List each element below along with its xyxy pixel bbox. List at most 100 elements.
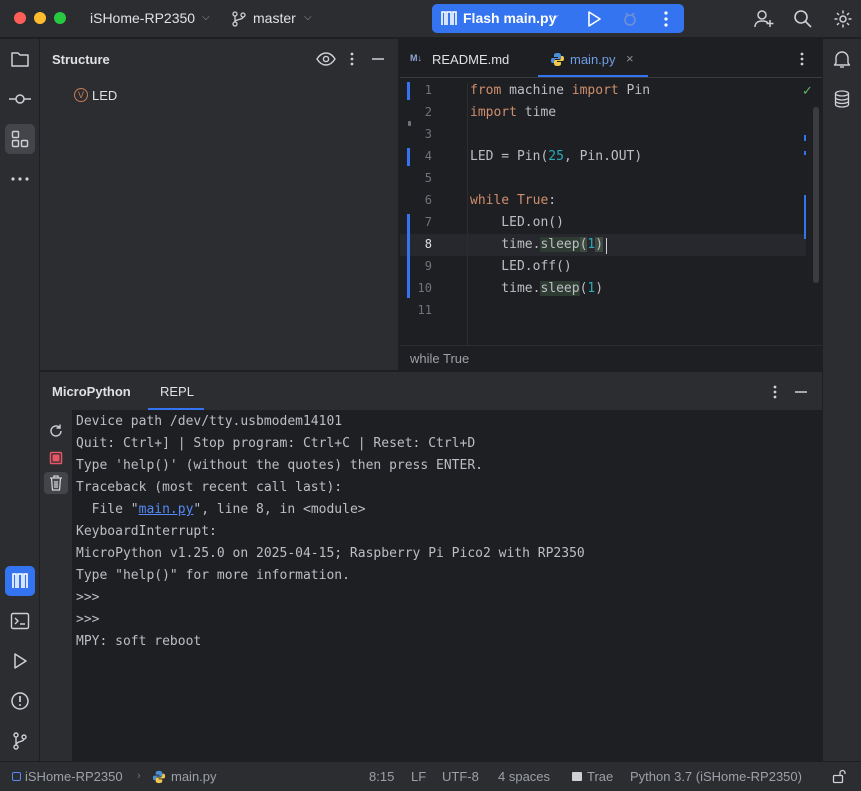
micropython-tool-window-header: MicroPython REPL: [40, 371, 822, 411]
more-vertical-icon: [773, 385, 777, 399]
commit-tool-button[interactable]: [5, 84, 35, 114]
console-line: File "main.py", line 8, in <module>: [76, 502, 366, 517]
run-button[interactable]: [582, 8, 606, 30]
database-tool-button[interactable]: [827, 84, 857, 114]
chevron-down-icon: ⌵: [304, 12, 312, 23]
add-user-button[interactable]: [752, 7, 776, 31]
flash-config-selector[interactable]: Flash main.py ⌵: [432, 4, 568, 33]
play-icon: [14, 653, 27, 669]
commit-icon: [9, 94, 31, 104]
database-icon: [834, 90, 850, 108]
code-line: time.sleep(1): [470, 281, 604, 296]
minimize-icon: [372, 58, 384, 60]
chevron-down-icon: ⌵: [551, 11, 559, 22]
tab-label: README.md: [432, 52, 510, 67]
structure-icon: [11, 130, 29, 148]
git-tool-button[interactable]: [5, 726, 35, 756]
tab-main-py[interactable]: main.py ×: [538, 39, 648, 77]
read-only-toggle[interactable]: [831, 768, 847, 787]
tab-label: main.py: [570, 52, 616, 67]
debug-icon: [624, 12, 636, 26]
clear-repl-button[interactable]: [44, 472, 68, 494]
maximize-window-button[interactable]: [54, 12, 66, 24]
git-branch-icon: [13, 732, 27, 750]
python-interpreter[interactable]: Python 3.7 (iSHome-RP2350): [630, 769, 802, 784]
console-line: MPY: soft reboot: [76, 634, 202, 649]
editor-scrollbar[interactable]: [813, 107, 819, 283]
more-vertical-icon: [800, 52, 804, 66]
more-tools-button[interactable]: [5, 164, 35, 194]
repl-options-button[interactable]: [767, 384, 783, 403]
status-bar: iSHome-RP2350 › main.py 8:15 LF UTF-8 4 …: [0, 761, 861, 791]
caret-position[interactable]: 8:15: [369, 769, 394, 784]
branch-name: master: [253, 10, 296, 26]
structure-panel-title: Structure: [52, 52, 110, 67]
folder-icon: [11, 52, 29, 67]
gear-icon: [834, 10, 852, 28]
bell-icon: [833, 51, 851, 68]
stop-button[interactable]: [48, 450, 64, 469]
code-area[interactable]: from machine import Pin import time LED …: [400, 83, 806, 353]
console-line: >>>: [76, 590, 100, 605]
settings-button[interactable]: [831, 7, 855, 31]
add-user-icon: [754, 10, 774, 28]
editor-breadcrumb-bar: while True: [400, 345, 822, 370]
close-tab-icon[interactable]: ×: [626, 51, 634, 66]
breadcrumb[interactable]: while True: [410, 351, 469, 366]
editor-tabs-menu-button[interactable]: [794, 51, 810, 70]
file-link[interactable]: main.py: [139, 502, 194, 517]
search-icon: [794, 10, 812, 28]
refresh-icon: [50, 424, 62, 437]
editor-panel: M↓ README.md main.py × 1 2 3 4 5 6 7 8 9…: [400, 39, 822, 370]
notifications-button[interactable]: [827, 44, 857, 74]
problems-tool-button[interactable]: [5, 686, 35, 716]
chevron-down-icon: ⌵: [202, 12, 210, 23]
status-project-label: iSHome-RP2350: [25, 769, 123, 784]
more-horizontal-icon: [11, 177, 29, 181]
console-line: MicroPython v1.25.0 on 2025-04-15; Raspb…: [76, 546, 585, 561]
variable-icon: V: [74, 88, 88, 102]
code-line: LED = Pin(25, Pin.OUT): [470, 149, 643, 164]
structure-item-led[interactable]: V LED: [74, 87, 154, 105]
indent-setting[interactable]: 4 spaces: [498, 769, 550, 784]
status-project[interactable]: iSHome-RP2350: [12, 762, 132, 791]
run-configuration-widget: Flash main.py ⌵: [432, 4, 684, 33]
micropython-tool-button[interactable]: [5, 566, 35, 596]
search-button[interactable]: [791, 7, 815, 31]
tab-readme[interactable]: M↓ README.md: [410, 39, 525, 77]
code-line: import time: [470, 105, 557, 120]
structure-options-button[interactable]: [344, 51, 360, 70]
console-line: KeyboardInterrupt:: [76, 524, 217, 539]
reconnect-button[interactable]: [48, 423, 64, 442]
line-separator[interactable]: LF: [411, 769, 426, 784]
warning-circle-icon: [11, 692, 29, 710]
structure-tool-button[interactable]: [5, 124, 35, 154]
breadcrumb-separator-icon: ›: [137, 770, 141, 782]
error-stripe: [804, 105, 808, 241]
run-tool-button[interactable]: [5, 646, 35, 676]
minimize-window-button[interactable]: [34, 12, 46, 24]
hide-panel-button[interactable]: [370, 51, 386, 70]
branch-selector[interactable]: master ⌵: [232, 0, 322, 38]
project-tool-button[interactable]: [5, 44, 35, 74]
project-selector[interactable]: iSHome-RP2350 ⌵: [90, 0, 216, 38]
title-bar: iSHome-RP2350 ⌵ master ⌵ Flash main.py ⌵: [0, 0, 861, 38]
editor-tabs: M↓ README.md main.py ×: [400, 39, 822, 78]
repl-console[interactable]: Device path /dev/tty.usbmodem14101 Quit:…: [72, 410, 822, 761]
debug-button[interactable]: [618, 8, 642, 30]
file-encoding[interactable]: UTF-8: [442, 769, 479, 784]
project-name: iSHome-RP2350: [90, 10, 196, 26]
hide-repl-button[interactable]: [793, 384, 809, 403]
show-options-button[interactable]: [316, 51, 336, 70]
flash-config-label: Flash main.py: [463, 10, 557, 26]
python-icon: [550, 52, 565, 70]
unlock-icon: [832, 769, 846, 784]
play-icon: [588, 11, 601, 27]
status-file[interactable]: main.py: [152, 762, 222, 791]
more-run-actions-button[interactable]: [654, 8, 678, 30]
tab-repl[interactable]: REPL: [148, 372, 204, 411]
console-line: Type "help()" for more information.: [76, 568, 350, 583]
terminal-tool-button[interactable]: [5, 606, 35, 636]
close-window-button[interactable]: [14, 12, 26, 24]
trae-widget[interactable]: Trae: [572, 762, 622, 791]
